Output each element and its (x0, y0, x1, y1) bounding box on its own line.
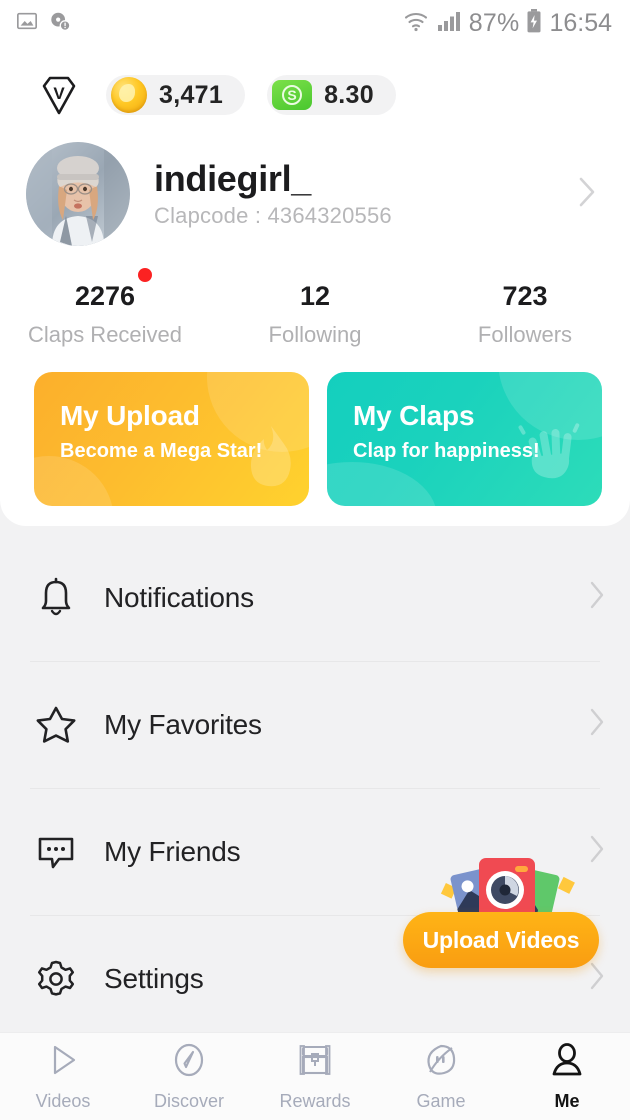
status-bar: 87% 16:54 (0, 0, 630, 46)
nav-item-game[interactable]: Game (378, 1041, 504, 1112)
nav-item-label: Videos (35, 1091, 91, 1111)
gold-coin-icon (111, 77, 147, 113)
my-claps-card[interactable]: My Claps Clap for happiness! (327, 372, 602, 506)
chevron-right-icon (586, 705, 608, 744)
unread-dot-badge (138, 268, 153, 282)
stat-value: 2276 (75, 268, 153, 312)
cash-symbol: S (282, 85, 303, 105)
compass-icon (170, 1041, 208, 1084)
dns-warning-icon (48, 10, 72, 37)
game-face-icon (422, 1041, 460, 1084)
coin-balance-pill[interactable]: 3,471 (106, 75, 246, 115)
cash-balance-pill[interactable]: S 8.30 (267, 75, 396, 115)
menu-item-label: My Friends (104, 835, 241, 867)
card-subtitle: Become a Mega Star! (60, 440, 263, 462)
stat-following[interactable]: 12 Following (210, 281, 420, 348)
coin-balance-value: 3,471 (159, 80, 224, 109)
profile-row[interactable]: indiegirl_ Clapcode : 4364320556 (26, 142, 608, 246)
nav-item-label: Rewards (279, 1091, 351, 1111)
nav-item-rewards[interactable]: Rewards (252, 1041, 378, 1112)
decorative-blob (34, 456, 114, 506)
chevron-right-icon (586, 578, 608, 617)
status-bar-left-icons (16, 10, 72, 37)
menu-item-label: Notifications (104, 581, 254, 613)
star-icon (30, 703, 82, 747)
battery-charging-icon (526, 8, 542, 39)
card-title: My Upload (60, 400, 200, 431)
cash-bill-icon: S (272, 80, 313, 110)
wallet-row: V 3,471 S 8.30 (34, 70, 396, 120)
upload-videos-label: Upload Videos (422, 926, 580, 953)
card-title: My Claps (353, 400, 475, 431)
wifi-icon (403, 9, 429, 38)
nav-item-discover[interactable]: Discover (126, 1041, 252, 1112)
treasure-chest-icon (296, 1041, 334, 1084)
menu-item-label: My Favorites (104, 708, 262, 740)
stat-value: 723 (502, 281, 548, 311)
nav-item-label: Discover (153, 1091, 224, 1111)
decorative-blob (327, 462, 437, 506)
upload-videos-fab[interactable]: Upload Videos (403, 846, 603, 968)
cash-balance-value: 8.30 (324, 80, 374, 109)
menu-item-my-favorites[interactable]: My Favorites (0, 661, 630, 788)
username-label: indiegirl_ (154, 157, 312, 199)
battery-percent-label: 87% (468, 8, 520, 37)
my-upload-card[interactable]: My Upload Become a Mega Star! (34, 372, 309, 506)
bottom-navigation: Videos Discover Rewards Game Me (0, 1032, 630, 1120)
nav-item-me[interactable]: Me (504, 1041, 630, 1112)
profile-chevron-right-icon[interactable] (574, 171, 600, 218)
stat-value: 12 (299, 281, 331, 311)
stat-label: Following (268, 322, 362, 347)
stats-row: 2276 Claps Received 12 Following 723 Fol… (0, 268, 630, 348)
menu-item-label: Settings (104, 962, 204, 994)
chat-bubble-icon (30, 832, 82, 872)
nav-item-videos[interactable]: Videos (0, 1041, 126, 1112)
image-icon (16, 10, 38, 37)
clock-label: 16:54 (549, 8, 612, 37)
profile-info: indiegirl_ Clapcode : 4364320556 (154, 157, 392, 229)
card-subtitle: Clap for happiness! (353, 440, 540, 462)
stat-label: Followers (477, 322, 573, 347)
action-cards-row: My Upload Become a Mega Star! My Claps C… (34, 372, 602, 506)
svg-text:V: V (53, 84, 65, 103)
avatar[interactable] (26, 142, 130, 246)
upload-videos-button[interactable]: Upload Videos (403, 912, 599, 968)
stat-label: Claps Received (27, 322, 183, 347)
nav-item-label: Game (416, 1091, 466, 1111)
menu-item-notifications[interactable]: Notifications (0, 534, 630, 661)
signal-icon (436, 9, 462, 38)
play-triangle-icon (44, 1041, 82, 1084)
clapcode-label: Clapcode : 4364320556 (154, 203, 392, 229)
person-icon (548, 1041, 586, 1084)
gear-icon (30, 957, 82, 1001)
app-root: 87% 16:54 V 3,471 S 8.30 indiegirl_ Clap… (0, 0, 630, 1120)
profile-card: V 3,471 S 8.30 indiegirl_ Clapcode: 436… (0, 46, 630, 526)
nav-item-label: Me (554, 1091, 580, 1111)
stat-followers[interactable]: 723 Followers (420, 281, 630, 348)
vip-diamond-icon[interactable]: V (34, 70, 84, 120)
status-bar-right-icons: 87% 16:54 (403, 8, 612, 39)
bell-icon (30, 576, 82, 620)
stat-claps-received[interactable]: 2276 Claps Received (0, 268, 210, 348)
